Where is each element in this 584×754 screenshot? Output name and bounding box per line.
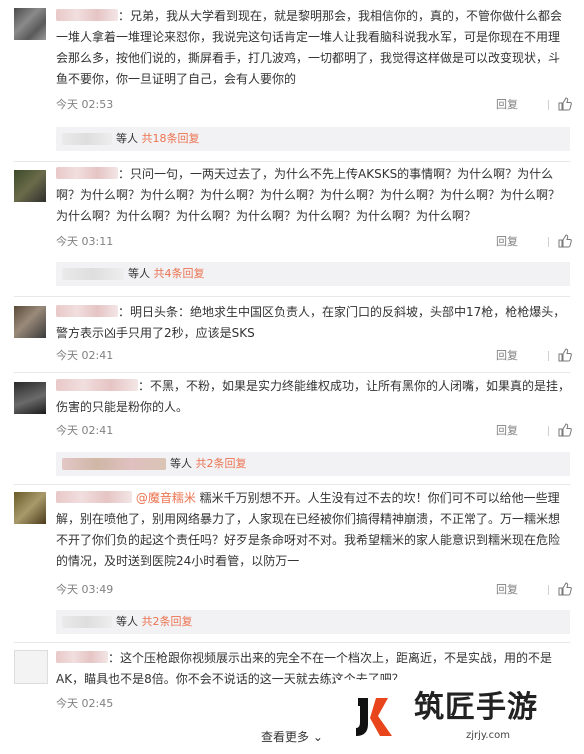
comment-body: 糯米千万别想不开。人生没有过不去的坎！你们可不可以给他一些理解，别在喷他了，别用… [56,491,561,568]
username-blurred[interactable] [56,9,118,21]
blurred-avatars [62,458,166,470]
like-button[interactable] [558,95,572,115]
comment-meta: 今天 02:53 回复 7 [56,95,572,115]
thumbs-up-icon [558,234,572,248]
comment-time: 今天 02:45 [56,697,114,710]
thumbs-up-icon [558,97,572,111]
sub-reply-users: 等人 [116,615,138,628]
comment-time: 今天 03:11 [56,235,114,248]
like-button[interactable] [558,346,572,366]
sub-reply-users: 等人 [128,267,150,280]
comment-body: ：只问一句，一两天过去了，为什么不先上传AKSKS的事情啊？为什么啊？为什么啊？… [56,167,561,223]
divider [548,237,549,247]
divider [14,161,570,162]
username-blurred[interactable] [56,167,118,179]
divider [14,296,570,297]
comment-meta: 今天 02:41 回复 15 [56,346,572,366]
site-watermark: 筑匠手游 zjrjy.com [336,680,584,754]
sub-reply-users: 等人 [116,132,138,145]
blurred-avatars [62,616,112,628]
sub-reply-users: 等人 [170,457,192,470]
divider [548,585,549,595]
like-button[interactable] [558,580,572,600]
watermark-title: 筑匠手游 [414,690,538,725]
avatar[interactable] [14,170,46,202]
sub-reply-count: 共2条回复 [141,615,193,628]
like-button[interactable] [558,421,572,441]
reply-button[interactable]: 回复 [496,232,518,252]
chevron-down-icon: ⌄ [312,730,323,744]
divider [14,372,570,373]
divider [14,642,570,643]
blurred-avatars [62,133,112,145]
comment-text: ：不黑，不粉，如果是实力终能维权成功，让所有黑你的人闭嘴，如果真的是挂，伤害的只… [56,376,570,418]
divider [548,351,549,361]
comment-meta: 今天 02:41 回复 16 [56,421,572,441]
comment-body: ：明日头条：绝地求生中国区负责人，在家门口的反斜坡，头部中17枪，枪枪爆头，警方… [56,305,566,340]
username-blurred[interactable] [56,305,118,317]
username-blurred[interactable] [56,379,138,391]
comment-time: 今天 02:41 [56,349,114,362]
sub-reply-count: 共2条回复 [195,457,247,470]
avatar[interactable] [14,382,46,414]
comment-time: 今天 02:41 [56,424,114,437]
sub-replies-bar[interactable]: 等人 共2条回复 [56,452,570,476]
thumbs-up-icon [558,423,572,437]
logo-icon [356,698,392,736]
comment-meta: 今天 03:49 回复 16 [56,580,572,600]
mention-link[interactable]: @魔音糯米 [136,491,196,505]
comment-meta: 今天 03:11 回复 19 [56,232,572,252]
view-more-label: 查看更多 [261,730,310,744]
comment-time: 今天 03:49 [56,583,114,596]
sub-reply-count: 共18条回复 [141,132,200,145]
sub-replies-bar[interactable]: 等人 共18条回复 [56,127,570,151]
reply-button[interactable]: 回复 [496,580,518,600]
comment-text: @魔音糯米 糯米千万别想不开。人生没有过不去的坎！你们可不可以给他一些理解，别在… [56,488,570,572]
comment-time: 今天 02:53 [56,98,114,111]
sub-replies-bar[interactable]: 等人 共2条回复 [56,610,570,634]
avatar[interactable] [14,650,48,684]
sub-replies-bar[interactable]: 等人 共4条回复 [56,262,570,286]
blurred-avatars [62,268,124,280]
reply-button[interactable]: 回复 [496,346,518,366]
reply-button[interactable]: 回复 [496,421,518,441]
like-button[interactable] [558,232,572,252]
comment-body: ：兄弟，我从大学看到现在，就是黎明那会，我相信你的，真的，不管你做什么都会一堆人… [56,9,563,86]
thumbs-up-icon [558,582,572,596]
watermark-url: zjrjy.com [466,730,510,741]
divider [548,100,549,110]
reply-button[interactable]: 回复 [496,95,518,115]
divider [548,426,549,436]
avatar[interactable] [14,492,46,524]
comment-text: ：只问一句，一两天过去了，为什么不先上传AKSKS的事情啊？为什么啊？为什么啊？… [56,164,570,227]
comment-text: ：兄弟，我从大学看到现在，就是黎明那会，我相信你的，真的，不管你做什么都会一堆人… [56,6,570,90]
avatar[interactable] [14,8,46,40]
username-blurred[interactable] [56,491,132,503]
username-blurred[interactable] [56,651,108,663]
avatar[interactable] [14,306,46,338]
comment-text: ：明日头条：绝地求生中国区负责人，在家门口的反斜坡，头部中17枪，枪枪爆头，警方… [56,302,570,344]
thumbs-up-icon [558,348,572,362]
divider [14,484,570,485]
sub-reply-count: 共4条回复 [153,267,205,280]
